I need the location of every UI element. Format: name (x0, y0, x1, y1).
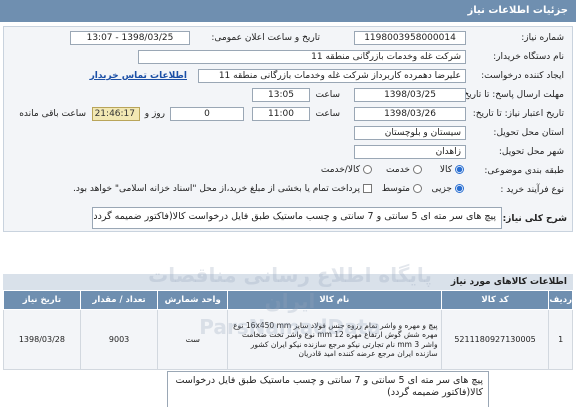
category-label: طبقه بندی موضوعی: (484, 166, 564, 176)
items-section-header: اطلاعات کالاهای مورد نیاز (3, 274, 573, 290)
deadline-label: مهلت ارسال پاسخ: تا تاریخ: (460, 90, 564, 100)
cell-row: 1 (548, 309, 573, 370)
buyer-notes-label: توضیحات خریدار: (492, 380, 568, 390)
process-option-medium[interactable]: متوسط (382, 184, 422, 194)
col-qty: تعداد / مقدار (79, 290, 159, 310)
cell-code: 5211180927130005 (440, 309, 550, 370)
col-code: کد کالا (440, 290, 550, 310)
category-option-goods[interactable]: کالا (440, 165, 464, 175)
buyer-notes-value: پیچ های سر مته ای 5 سانتی و 7 سانتی و چس… (167, 371, 489, 407)
remaining-label: ساعت باقی مانده (19, 109, 86, 119)
page-title: جزئیات اطلاعات نیاز (467, 5, 568, 16)
announce-label: تاریخ و ساعت اعلان عمومی: (211, 33, 320, 43)
radio-selected-icon[interactable] (455, 165, 464, 174)
validity-time: 11:00 (252, 107, 310, 121)
description-label: شرح کلی نیاز: (502, 214, 567, 224)
need-number-value: 1198003958000014 (354, 31, 466, 45)
cell-date: 1398/03/28 (3, 309, 81, 370)
cell-name: پیچ و مهره و واشر تمام رزوه جنس فولاد سا… (227, 309, 442, 370)
deadline-time: 13:05 (252, 88, 310, 102)
buyer-contact-link[interactable]: اطلاعات تماس خریدار (90, 71, 187, 81)
creator-label: ایجاد کننده درخواست: (481, 71, 564, 81)
checkbox-icon[interactable] (363, 184, 372, 193)
category-option-service[interactable]: خدمت (386, 165, 422, 175)
province-value: سیستان و بلوچستان (354, 126, 466, 140)
validity-label: تاریخ اعتبار نیاز: تا تاریخ: (472, 109, 564, 119)
radio-icon[interactable] (413, 165, 422, 174)
items-table: ردیف کد کالا نام کالا واحد شمارش تعداد /… (3, 290, 573, 370)
col-row: ردیف (548, 290, 573, 310)
remaining-time: 21:46:17 (92, 107, 140, 121)
items-section-title: اطلاعات کالاهای مورد نیاز (450, 277, 567, 287)
col-date: تاریخ نیاز (3, 290, 81, 310)
buyer-value: شرکت غله وخدمات بازرگانی منطقه 11 (138, 50, 466, 64)
need-number-label: شماره نیاز: (521, 33, 564, 43)
city-value: زاهدان (354, 145, 466, 159)
process-label: نوع فرآیند خرید : (500, 185, 564, 195)
table-row: 1 5211180927130005 پیچ و مهره و واشر تما… (3, 309, 573, 370)
page-header: جزئیات اطلاعات نیاز (0, 0, 576, 22)
details-panel: شماره نیاز: 1198003958000014 تاریخ و ساع… (3, 26, 573, 232)
col-unit: واحد شمارش (157, 290, 229, 310)
days-remaining: 0 (170, 107, 244, 121)
radio-icon[interactable] (363, 165, 372, 174)
category-option-goods-service[interactable]: کالا/خدمت (321, 165, 372, 175)
province-label: استان محل تحویل: (493, 128, 564, 138)
deadline-time-label: ساعت (315, 90, 341, 100)
treasury-payment-option[interactable]: پرداخت تمام یا بخشی از مبلغ خرید،از محل … (73, 184, 372, 194)
creator-value: علیرضا دهمرده کاربرداز شرکت غله وخدمات ب… (198, 69, 466, 83)
description-value: پیچ های سر مته ای 5 سانتی و 7 سانتی و چس… (92, 207, 502, 229)
process-option-minor[interactable]: جزیی (431, 184, 464, 194)
deadline-date: 1398/03/25 (354, 88, 466, 102)
radio-selected-icon[interactable] (455, 184, 464, 193)
cell-qty: 9003 (79, 309, 159, 370)
city-label: شهر محل تحویل: (498, 147, 564, 157)
need-details-page: جزئیات اطلاعات نیاز شماره نیاز: 11980039… (0, 0, 576, 407)
days-label: روز و (144, 109, 165, 119)
validity-time-label: ساعت (315, 109, 341, 119)
announce-value: 1398/03/25 - 13:07 (70, 31, 190, 45)
cell-unit: ست (157, 309, 229, 370)
col-name: نام کالا (227, 290, 442, 310)
validity-date: 1398/03/26 (354, 107, 466, 121)
radio-icon[interactable] (413, 184, 422, 193)
buyer-label: نام دستگاه خریدار: (493, 52, 564, 62)
